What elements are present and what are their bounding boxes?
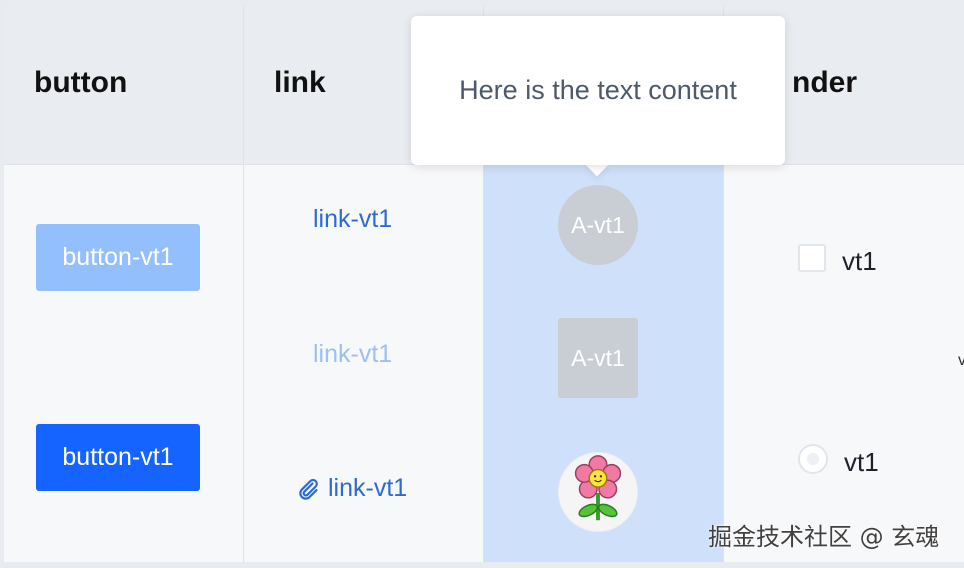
button-vt1-primary[interactable]: button-vt1	[36, 424, 200, 491]
checkbox[interactable]	[798, 244, 826, 272]
link-label: link-vt1	[313, 340, 393, 368]
header-button: button	[34, 66, 128, 99]
watermark: 掘金技术社区 @ 玄魂	[708, 523, 940, 551]
radio-label: vt1	[844, 447, 879, 477]
tooltip-text: Here is the text content	[459, 75, 737, 105]
edge-glyph: v	[958, 352, 964, 369]
header-render: nder	[792, 66, 858, 99]
checkbox-label: vt1	[842, 246, 877, 276]
link-vt1-disabled[interactable]: link-vt1	[313, 340, 392, 369]
radio-dot	[807, 453, 819, 465]
link-vt1[interactable]: link-vt1	[313, 205, 392, 234]
paperclip-icon	[296, 477, 320, 501]
link-label: link-vt1	[328, 474, 408, 502]
avatar-circle: A-vt1	[558, 185, 638, 265]
tooltip: Here is the text content	[411, 16, 785, 165]
avatar-square: A-vt1	[558, 318, 638, 398]
radio-button[interactable]	[798, 444, 828, 474]
link-vt1-with-icon[interactable]: link-vt1	[296, 474, 407, 503]
button-vt1-light[interactable]: button-vt1	[36, 224, 200, 291]
flower-icon	[559, 450, 637, 534]
avatar-image	[558, 452, 638, 532]
header-link: link	[274, 66, 326, 99]
column-divider	[243, 6, 244, 562]
link-label: link-vt1	[313, 205, 393, 233]
